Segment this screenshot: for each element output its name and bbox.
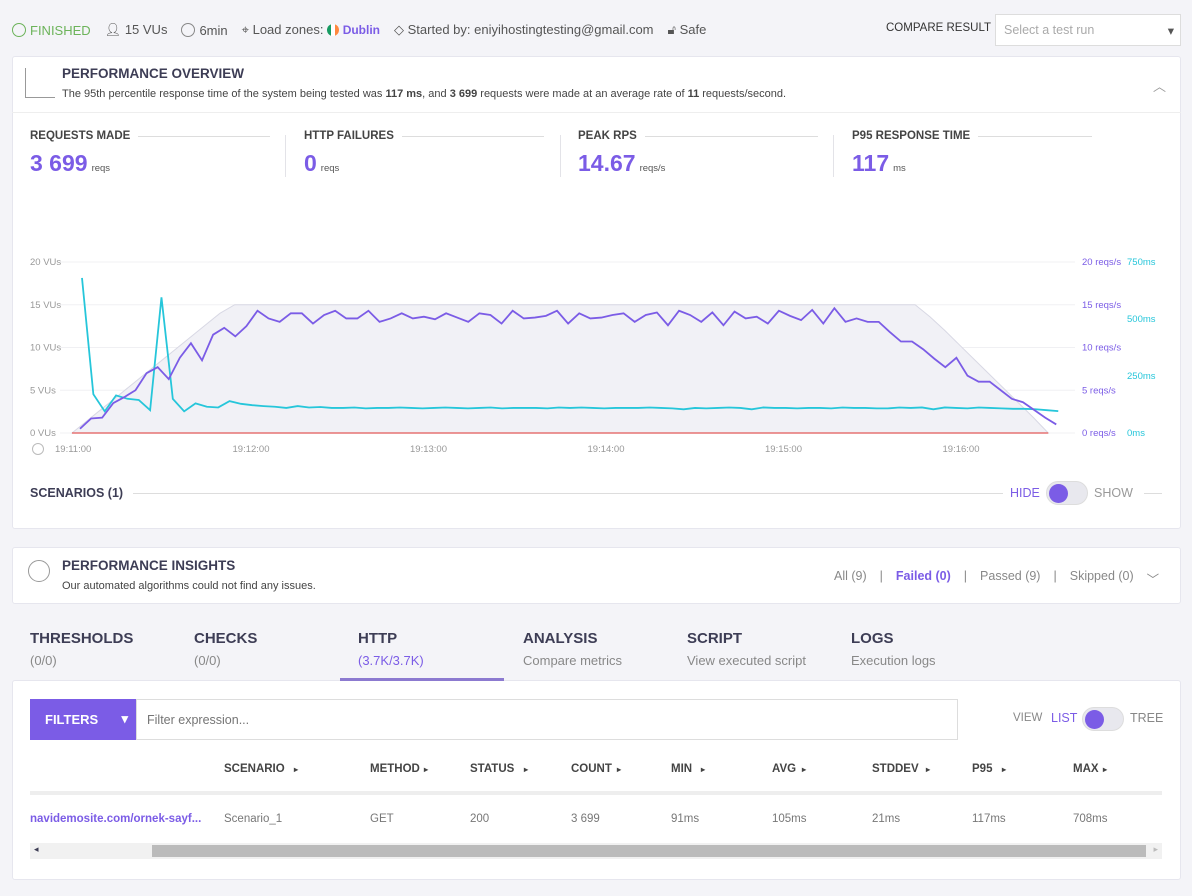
column-header-scenario[interactable]: SCENARIO — [224, 763, 285, 775]
table-cell: GET — [370, 813, 394, 825]
table-cell: 117ms — [972, 813, 1006, 825]
y-right-ms-tick: 500ms — [1127, 314, 1156, 325]
sort-arrow-icon[interactable]: ▸ — [926, 765, 930, 774]
scrollbar-thumb[interactable] — [152, 845, 1146, 857]
scenarios-label: SCENARIOS (1) — [30, 486, 124, 500]
y-right-rps-tick: 5 reqs/s — [1082, 385, 1116, 396]
filters-button[interactable]: FILTERS ▾ — [30, 699, 136, 740]
column-header-stddev[interactable]: STDDEV — [872, 763, 919, 775]
filter-failed[interactable]: Failed (0) — [896, 569, 951, 588]
tab-http[interactable]: HTTP (3.7K/3.7K) — [358, 630, 518, 668]
x-tick: 19:12:00 — [233, 444, 270, 455]
scenarios-toggle[interactable] — [1046, 481, 1088, 505]
tab-analysis[interactable]: ANALYSIS Compare metrics — [523, 630, 683, 668]
sort-arrow-icon[interactable]: ▸ — [701, 765, 705, 774]
sort-arrow-icon[interactable]: ▸ — [1103, 765, 1107, 774]
filter-skipped[interactable]: Skipped (0) — [1070, 569, 1134, 588]
sort-arrow-icon[interactable]: ▸ — [617, 765, 621, 774]
y-right-rps-tick: 20 reqs/s — [1082, 257, 1121, 268]
view-tree[interactable]: TREE — [1130, 711, 1163, 725]
tab-thresholds[interactable]: THRESHOLDS (0/0) — [30, 630, 190, 668]
y-left-tick: 5 VUs — [30, 385, 56, 396]
column-header-max[interactable]: MAX — [1073, 763, 1099, 775]
table-cell: 21ms — [872, 813, 901, 825]
y-left-tick: 10 VUs — [30, 343, 61, 354]
column-header-status[interactable]: STATUS — [470, 763, 514, 775]
separator: | — [963, 569, 968, 583]
overview-chart: 0 VUs 0 reqs/s 5 VUs 5 reqs/s 10 VUs 10 reqs/… — [30, 257, 1156, 455]
scroll-right-icon[interactable]: ▸ — [1153, 844, 1158, 855]
x-tick: 19:16:00 — [943, 444, 980, 455]
insights-title: PERFORMANCE INSIGHTS — [62, 558, 236, 573]
chevron-down-icon[interactable]: ﹀ — [1147, 569, 1160, 588]
vus-area — [70, 304, 1050, 434]
x-tick: 19:14:00 — [588, 444, 625, 455]
lightbulb-icon — [28, 560, 50, 582]
sort-arrow-icon[interactable]: ▸ — [294, 765, 298, 774]
column-header-avg[interactable]: AVG — [772, 763, 796, 775]
tab-checks[interactable]: CHECKS (0/0) — [194, 630, 354, 668]
hide-scenarios[interactable]: HIDE — [1010, 486, 1040, 500]
y-left-tick: 20 VUs — [30, 257, 61, 268]
sort-arrow-icon[interactable]: ▸ — [1002, 765, 1006, 774]
sort-arrow-icon[interactable]: ▸ — [424, 765, 428, 774]
show-scenarios[interactable]: SHOW — [1094, 486, 1133, 500]
horizontal-scrollbar[interactable]: ◂ ▸ — [30, 843, 1162, 859]
caret-down-icon: ▾ — [121, 711, 128, 726]
column-header-count[interactable]: COUNT — [571, 763, 612, 775]
toggle-knob — [1049, 484, 1068, 503]
table-cell: 105ms — [772, 813, 807, 825]
view-label: VIEW — [1013, 712, 1043, 724]
view-list[interactable]: LIST — [1051, 711, 1077, 725]
column-header-method[interactable]: METHOD — [370, 763, 420, 775]
table-cell: 3 699 — [571, 813, 600, 825]
table-cell: Scenario_1 — [224, 813, 283, 825]
table-cell: 200 — [470, 813, 490, 825]
insights-filters: All (9) | Failed (0) | Passed (9) | Skipped… — [834, 569, 1159, 588]
filter-passed[interactable]: Passed (9) — [980, 569, 1040, 588]
separator: | — [879, 569, 883, 583]
y-left-tick: 0 VUs — [30, 428, 56, 439]
filter-all[interactable]: All (9) — [834, 569, 867, 588]
x-tick: 19:11:00 — [55, 444, 91, 455]
insights-subtitle: Our automated algorithms could not find … — [62, 580, 316, 592]
x-tick: 19:15:00 — [765, 444, 802, 455]
sort-arrow-icon[interactable]: ▸ — [524, 765, 528, 774]
y-right-rps-tick: 0 reqs/s — [1082, 428, 1116, 439]
y-right-rps-tick: 10 reqs/s — [1082, 343, 1121, 354]
scroll-left-icon[interactable]: ◂ — [34, 844, 39, 855]
x-tick: 19:13:00 — [410, 444, 447, 455]
tab-script[interactable]: SCRIPT View executed script — [687, 630, 847, 668]
toggle-knob — [1085, 710, 1104, 729]
y-right-ms-tick: 750ms — [1127, 257, 1156, 268]
divider — [1144, 493, 1162, 494]
filter-expression-input[interactable] — [136, 699, 958, 740]
divider — [133, 493, 1003, 494]
table-cell: 708ms — [1073, 813, 1108, 825]
active-tab-indicator — [340, 678, 504, 681]
table-cell: 91ms — [671, 813, 700, 825]
divider — [30, 791, 1162, 795]
column-header-min[interactable]: MIN — [671, 763, 692, 775]
y-left-tick: 15 VUs — [30, 300, 61, 311]
y-right-rps-tick: 15 reqs/s — [1082, 300, 1121, 311]
y-right-ms-tick: 0ms — [1127, 428, 1145, 439]
sort-arrow-icon[interactable]: ▸ — [802, 765, 806, 774]
tab-logs[interactable]: LOGS Execution logs — [851, 630, 1011, 668]
url-link[interactable]: navidemosite.com/ornek-sayf... — [30, 813, 201, 825]
column-header-p95[interactable]: P95 — [972, 763, 992, 775]
separator: | — [1053, 569, 1057, 583]
view-toggle[interactable] — [1082, 707, 1124, 731]
y-right-ms-tick: 250ms — [1127, 371, 1156, 382]
clock-icon — [32, 443, 44, 455]
